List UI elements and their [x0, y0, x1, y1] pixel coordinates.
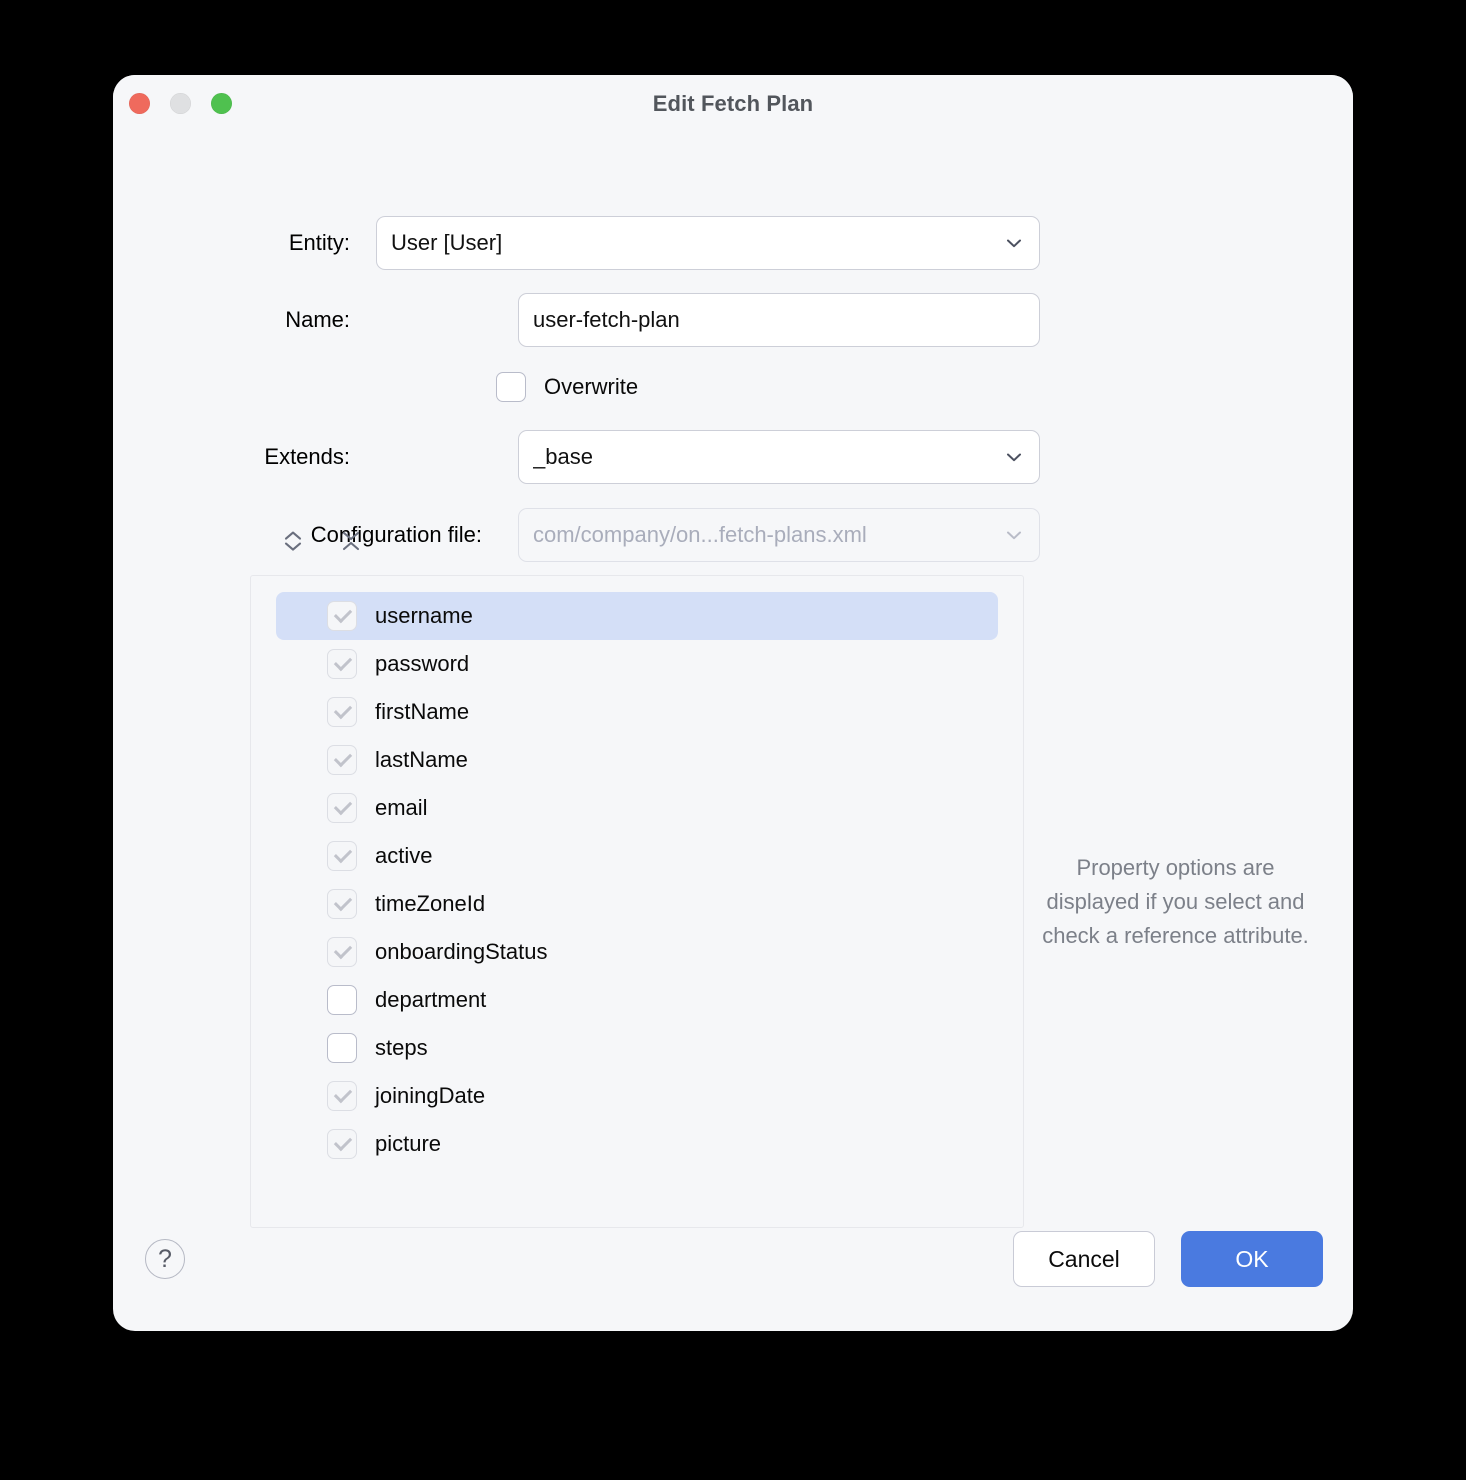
titlebar: Edit Fetch Plan: [113, 75, 1353, 133]
expand-all-icon[interactable]: [275, 523, 311, 559]
tree-row[interactable]: joiningDate: [276, 1072, 998, 1120]
attribute-label: steps: [375, 1035, 428, 1060]
tree-row[interactable]: firstName: [276, 688, 998, 736]
tree-row[interactable]: email: [276, 784, 998, 832]
attribute-checkbox[interactable]: [327, 985, 357, 1015]
tree-row[interactable]: picture: [276, 1120, 998, 1168]
attribute-checkbox: [327, 649, 357, 679]
ok-button[interactable]: OK: [1181, 1231, 1323, 1287]
attribute-checkbox: [327, 841, 357, 871]
extends-row: Extends: _base: [250, 430, 1040, 484]
attribute-checkbox: [327, 889, 357, 919]
attribute-label: firstName: [375, 699, 470, 724]
attribute-checkbox: [327, 697, 357, 727]
tree-row[interactable]: lastName: [276, 736, 998, 784]
dialog-footer: ? Cancel OK: [113, 1231, 1353, 1331]
overwrite-checkbox[interactable]: [496, 372, 526, 402]
tree-row[interactable]: onboardingStatus: [276, 928, 998, 976]
attribute-label: active: [375, 843, 433, 868]
property-options-panel: Property options are displayed if you se…: [1024, 575, 1327, 1228]
entity-value: User [User]: [391, 230, 503, 255]
entity-row: Entity: User [User]: [250, 216, 1040, 270]
attribute-checkbox: [327, 1081, 357, 1111]
attribute-label: timeZoneId: [375, 891, 486, 916]
collapse-all-icon[interactable]: [333, 523, 369, 559]
tree-row[interactable]: username: [276, 592, 998, 640]
attribute-checkbox[interactable]: [327, 1033, 357, 1063]
overwrite-row[interactable]: Overwrite: [496, 372, 638, 402]
extends-label: Extends:: [264, 444, 350, 469]
tree-row[interactable]: active: [276, 832, 998, 880]
help-label: ?: [158, 1244, 172, 1273]
window-title: Edit Fetch Plan: [652, 91, 814, 116]
configuration-file-select: com/company/on...fetch-plans.xml: [518, 508, 1040, 562]
edit-fetch-plan-dialog: Edit Fetch Plan Entity: User [User] Name…: [113, 75, 1353, 1331]
attribute-label: joiningDate: [375, 1083, 486, 1108]
name-value: user-fetch-plan: [533, 307, 680, 332]
chevron-down-icon: [1003, 232, 1025, 254]
attribute-label: onboardingStatus: [375, 939, 548, 964]
entity-label: Entity:: [288, 230, 350, 255]
attribute-checkbox: [327, 601, 357, 631]
configuration-file-value: com/company/on...fetch-plans.xml: [533, 522, 867, 547]
attribute-label: lastName: [375, 747, 468, 772]
chevron-down-icon: [1003, 446, 1025, 468]
property-options-hint: Property options are displayed if you se…: [1042, 854, 1309, 948]
name-input[interactable]: user-fetch-plan: [518, 293, 1040, 347]
tree-toolbar: [275, 523, 369, 559]
attribute-checkbox: [327, 745, 357, 775]
tree-row[interactable]: password: [276, 640, 998, 688]
tree-row[interactable]: timeZoneId: [276, 880, 998, 928]
chevron-down-icon: [1003, 524, 1025, 546]
name-row: Name: user-fetch-plan: [250, 293, 1040, 347]
dialog-buttons: Cancel OK: [1013, 1231, 1323, 1287]
attribute-label: department: [375, 987, 487, 1012]
extends-value: _base: [533, 444, 593, 469]
attribute-tree[interactable]: username password firstName lastName email ac…: [250, 575, 1024, 1228]
attribute-label: email: [375, 795, 428, 820]
screen: Edit Fetch Plan Entity: User [User] Name…: [0, 0, 1466, 1480]
attribute-label: picture: [375, 1131, 442, 1156]
name-label: Name:: [285, 307, 350, 332]
extends-select[interactable]: _base: [518, 430, 1040, 484]
attribute-checkbox: [327, 1129, 357, 1159]
entity-select[interactable]: User [User]: [376, 216, 1040, 270]
attribute-checkbox: [327, 937, 357, 967]
tree-row[interactable]: department: [276, 976, 998, 1024]
attribute-label: username: [375, 603, 473, 628]
overwrite-label: Overwrite: [544, 374, 639, 399]
cancel-button[interactable]: Cancel: [1013, 1231, 1155, 1287]
tree-row[interactable]: steps: [276, 1024, 998, 1072]
attribute-checkbox: [327, 793, 357, 823]
attribute-label: password: [375, 651, 470, 676]
help-icon[interactable]: ?: [145, 1239, 185, 1279]
